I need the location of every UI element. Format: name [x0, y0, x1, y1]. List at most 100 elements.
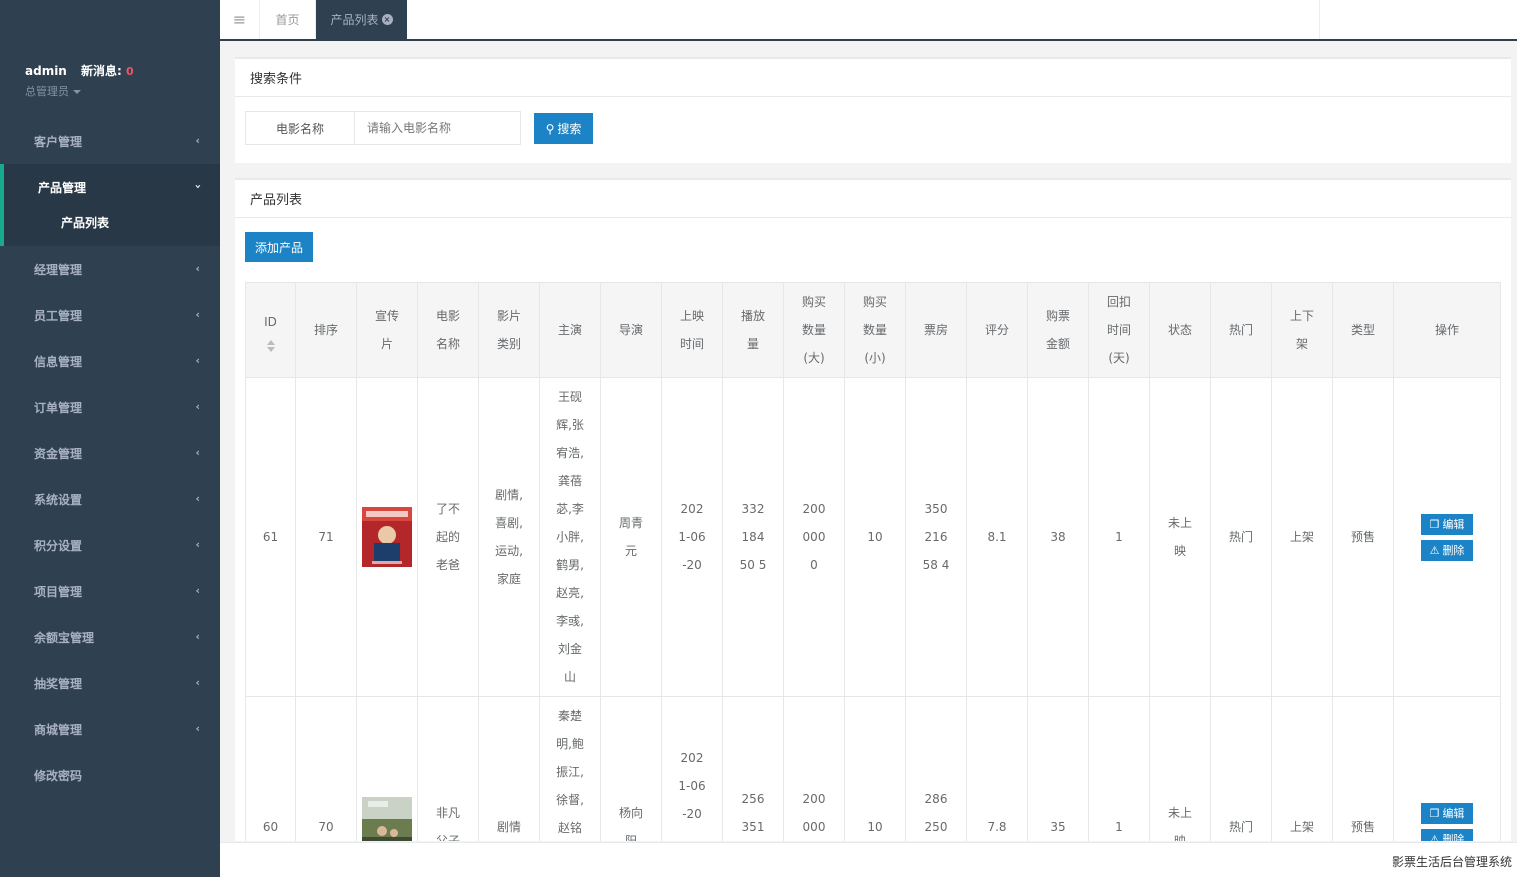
username[interactable]: admin — [25, 64, 67, 78]
column-header: 购买数量(小) — [844, 282, 906, 378]
cell-id: 60 — [245, 696, 296, 841]
cell-rating: 7.8 — [966, 696, 1028, 841]
sidebar-menu: 客户管理 ‹ 产品管理 ‹ 产品列表 经理管理 ‹ 员工管理 ‹ 信息管理 ‹ … — [0, 118, 220, 798]
tab-home[interactable]: 首页 — [260, 0, 316, 39]
sidebar-subitem-product-list[interactable]: 产品列表 — [4, 204, 220, 246]
chevron-left-icon: ‹ — [195, 722, 200, 735]
sidebar-item-points[interactable]: 积分设置 ‹ — [0, 522, 220, 568]
sidebar-item-products[interactable]: 产品管理 ‹ — [4, 164, 220, 210]
sidebar-item-yuebao[interactable]: 余额宝管理 ‹ — [0, 614, 220, 660]
sidebar-item-employees[interactable]: 员工管理 ‹ — [0, 292, 220, 338]
sidebar-item-change-password[interactable]: 修改密码 — [0, 752, 220, 798]
sidebar-item-label: 商城管理 — [34, 722, 83, 737]
product-table: ID 排序 宣传片 电影名称 影片类别 主演 导演 上映时间 播放量 购买数量(… — [245, 282, 1501, 841]
sidebar-item-label: 员工管理 — [34, 308, 83, 323]
header-label: 排序 — [313, 323, 338, 337]
cell-shelf: 上架 — [1271, 696, 1333, 841]
cell-price: 35 — [1027, 696, 1089, 841]
sidebar-item-info[interactable]: 信息管理 ‹ — [0, 338, 220, 384]
header-label: 电影名称 — [435, 309, 460, 351]
sidebar-item-system[interactable]: 系统设置 ‹ — [0, 476, 220, 522]
delete-button[interactable]: ⚠ 删除 — [1421, 829, 1473, 841]
warning-icon: ⚠ — [1429, 833, 1440, 841]
column-header: 排序 — [295, 282, 357, 378]
header-label: 导演 — [618, 323, 643, 337]
divider — [1319, 0, 1320, 39]
search-panel-title: 搜索条件 — [235, 59, 1511, 97]
new-message-count: 0 — [125, 65, 134, 78]
sidebar-item-label: 资金管理 — [34, 446, 83, 461]
close-tab-icon[interactable]: × — [381, 14, 393, 25]
cell-shelf: 上架 — [1271, 377, 1333, 697]
chevron-left-icon: ‹ — [195, 630, 200, 643]
column-header: 票房 — [905, 282, 967, 378]
column-header: 操作 — [1393, 282, 1501, 378]
sidebar-item-funds[interactable]: 资金管理 ‹ — [0, 430, 220, 476]
cell-price: 38 — [1027, 377, 1089, 697]
search-icon: ⚲ — [545, 121, 555, 136]
cell-hot: 热门 — [1210, 377, 1272, 697]
column-header: 播放量 — [722, 282, 784, 378]
edit-button[interactable]: ❐ 编辑 — [1421, 513, 1473, 535]
sidebar-item-mall[interactable]: 商城管理 ‹ — [0, 706, 220, 752]
chevron-left-icon: ‹ — [195, 400, 200, 413]
cell-actors: 王砚辉,张宥浩,龚蓓苾,李小胖,鹤男,赵亮,李彧,刘金山 — [539, 377, 601, 697]
tab-product-list[interactable]: 产品列表 × — [316, 0, 407, 39]
cell-category: 剧情 — [478, 696, 540, 841]
sidebar-item-orders[interactable]: 订单管理 ‹ — [0, 384, 220, 430]
header-label: 操作 — [1434, 323, 1459, 337]
cell-actions: ❐ 编辑 ⚠ 删除 — [1393, 377, 1501, 697]
cell-buy-small: 10 — [844, 696, 906, 841]
sidebar-item-label: 积分设置 — [34, 538, 83, 553]
footer-text: 影票生活后台管理系统 — [1391, 855, 1512, 869]
sidebar-item-lottery[interactable]: 抽奖管理 ‹ — [0, 660, 220, 706]
search-panel: 搜索条件 电影名称 ⚲搜索 — [235, 57, 1511, 163]
caret-down-icon — [73, 90, 81, 94]
cell-plays: 33218450 5 — [722, 377, 784, 697]
sidebar-item-customers[interactable]: 客户管理 ‹ — [0, 118, 220, 164]
header-label: ID — [264, 315, 277, 329]
header-label: 票房 — [923, 323, 948, 337]
sidebar-item-label: 信息管理 — [34, 354, 83, 369]
sidebar-item-label: 余额宝管理 — [34, 630, 95, 645]
cell-rebate-days: 1 — [1088, 377, 1150, 697]
movie-name-input[interactable] — [354, 111, 521, 145]
column-header: 热门 — [1210, 282, 1272, 378]
cell-poster — [356, 696, 418, 842]
header-label: 购票金额 — [1045, 309, 1070, 351]
column-header: 宣传片 — [356, 282, 418, 378]
role-dropdown[interactable]: 总管理员 — [25, 83, 134, 99]
edit-button[interactable]: ❐ 编辑 — [1421, 803, 1473, 824]
cell-release-date: 2021-06-20 — [661, 377, 723, 697]
sidebar-item-label: 修改密码 — [34, 768, 83, 783]
header-label: 上下架 — [1289, 309, 1314, 351]
sidebar-item-managers[interactable]: 经理管理 ‹ — [0, 246, 220, 292]
chevron-left-icon: ‹ — [195, 676, 200, 689]
cell-movie-name: 非凡父子 — [417, 696, 479, 841]
search-button[interactable]: ⚲ 搜索 — [534, 113, 593, 144]
sidebar-item-projects[interactable]: 项目管理 ‹ — [0, 568, 220, 614]
header-label: 影片类别 — [496, 309, 521, 351]
column-header-id[interactable]: ID — [245, 282, 296, 378]
movie-poster-image[interactable] — [362, 796, 412, 842]
delete-button[interactable]: ⚠ 删除 — [1421, 539, 1473, 561]
column-header: 购票金额 — [1027, 282, 1089, 378]
sidebar-item-label: 系统设置 — [34, 492, 83, 507]
tab-label: 产品列表 — [330, 13, 379, 27]
chevron-down-icon: ‹ — [191, 184, 205, 189]
add-product-button[interactable]: 添加产品 — [245, 232, 313, 262]
header-label: 购买数量(小) — [862, 295, 887, 365]
search-button-label: 搜索 — [557, 122, 582, 136]
top-tab-bar: ≡ 首页 产品列表 × — [220, 0, 1517, 41]
sort-icon[interactable] — [266, 340, 276, 352]
sidebar-group-products: 产品管理 ‹ 产品列表 — [0, 164, 220, 246]
sidebar-item-label: 产品管理 — [38, 180, 87, 195]
movie-poster-image[interactable] — [362, 507, 412, 567]
product-list-panel: 产品列表 添加产品 ID 排序 宣传片 电影名称 影片类别 主演 导演 上映时间 — [235, 178, 1511, 841]
cell-box-office: 35021658 4 — [905, 377, 967, 697]
menu-toggle-icon[interactable]: ≡ — [220, 0, 260, 39]
table-row: 61 71 了不起的老爸 剧情,喜剧,运动,家庭 王砚辉,张宥浩,龚蓓苾,李小胖… — [245, 377, 1501, 697]
chevron-left-icon: ‹ — [195, 446, 200, 459]
cell-buy-big: 2000000 — [783, 696, 845, 841]
chevron-left-icon: ‹ — [195, 584, 200, 597]
